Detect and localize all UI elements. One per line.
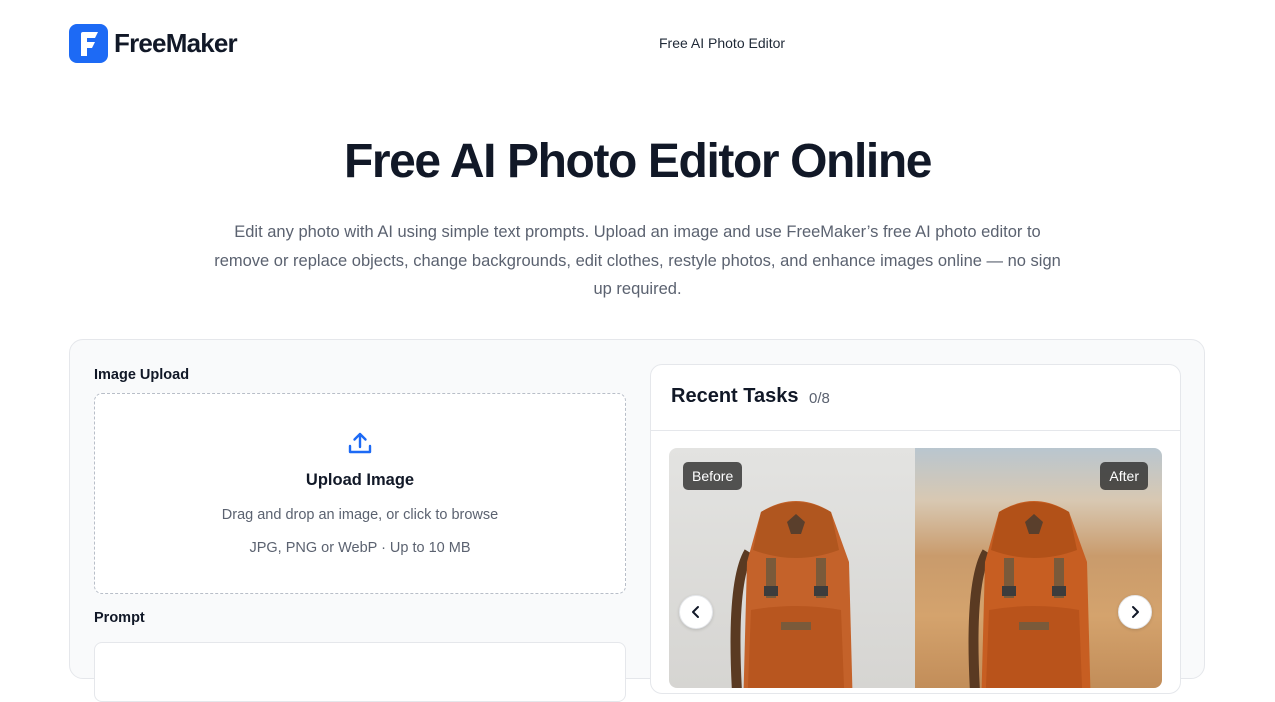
editor-panel: Image Upload Upload Image Drag and drop … (69, 339, 1205, 702)
image-upload-dropzone[interactable]: Upload Image Drag and drop an image, or … (94, 393, 626, 594)
freemaker-logo-icon (69, 24, 108, 63)
prompt-label: Prompt (94, 610, 145, 626)
recent-tasks-header: Recent Tasks 0/8 (651, 365, 1180, 431)
upload-title: Upload Image (305, 471, 415, 489)
image-upload-label: Image Upload (94, 367, 190, 383)
backpack-image (968, 501, 1091, 688)
upload-formats: JPG, PNG or WebP · Up to 10 MB (249, 540, 471, 556)
upload-icon (348, 432, 372, 454)
site-header: FreeMaker Free AI Photo Editor (0, 0, 1275, 88)
page-title: Free AI Photo Editor Online (343, 135, 933, 188)
backpack-image (730, 501, 853, 688)
before-after-comparison[interactable]: Before After (669, 448, 1162, 688)
chevron-left-icon (692, 606, 699, 618)
page-subtitle: Edit any photo with AI using simple text… (214, 223, 1061, 298)
recent-tasks-count: 0/8 (809, 390, 830, 407)
nav-link-ai-photo-editor[interactable]: Free AI Photo Editor (659, 35, 785, 51)
previous-button[interactable] (679, 595, 713, 629)
prompt-input[interactable] (94, 642, 626, 702)
recent-tasks-title: Recent Tasks (671, 385, 799, 407)
recent-tasks-card: Recent Tasks 0/8 Before After (650, 364, 1181, 694)
brand-logo[interactable]: FreeMaker (69, 24, 238, 63)
before-badge: Before (683, 462, 743, 490)
next-button[interactable] (1118, 595, 1152, 629)
chevron-right-icon (1132, 606, 1139, 618)
after-badge: After (1100, 462, 1148, 490)
brand-name: FreeMaker (114, 28, 238, 58)
upload-hint: Drag and drop an image, or click to brow… (221, 507, 499, 523)
